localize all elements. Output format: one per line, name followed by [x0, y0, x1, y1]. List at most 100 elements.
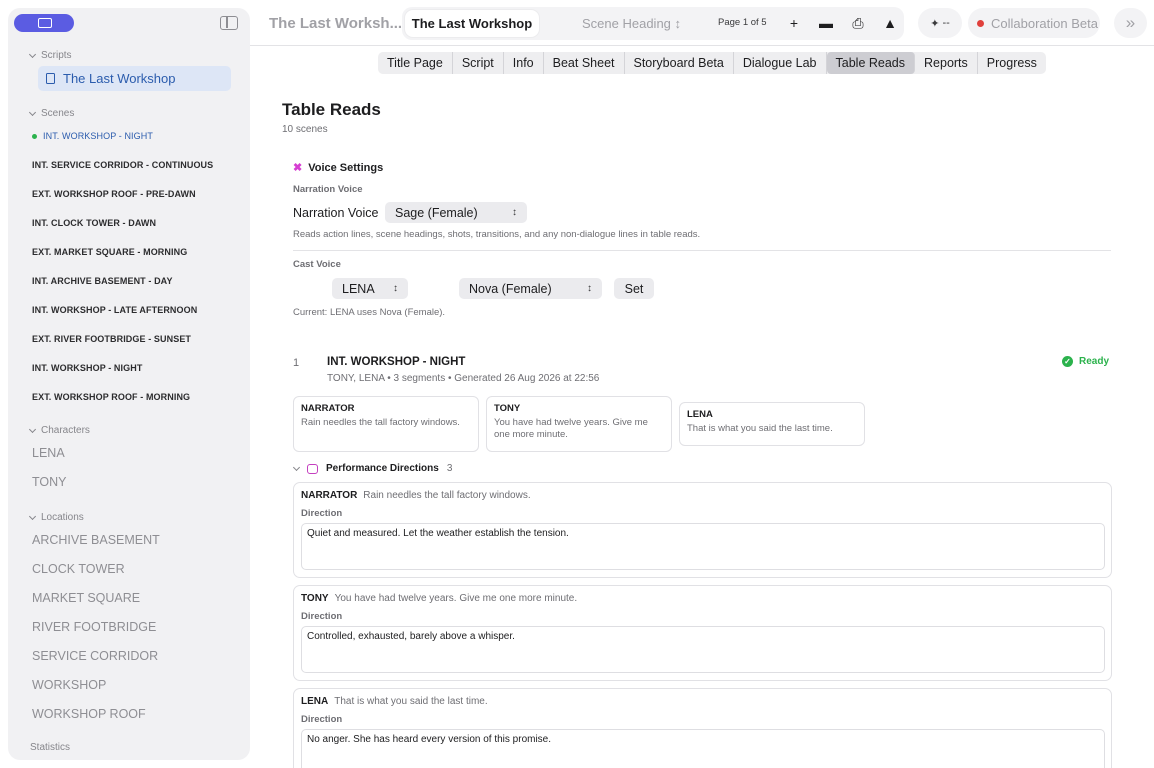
segment-card[interactable]: TONY You have had twelve years. Give me … — [486, 396, 672, 452]
print-icon[interactable]: ⎙ — [847, 13, 869, 33]
scene-item[interactable]: INT. CLOCK TOWER - DAWN — [32, 218, 156, 228]
direction-field[interactable]: Quiet and measured. Let the weather esta… — [301, 523, 1105, 570]
scene-item[interactable]: INT. WORKSHOP - LATE AFTERNOON — [32, 305, 197, 315]
direction-line: You have had twelve years. Give me one m… — [334, 593, 578, 604]
waveform-icon: ✖ — [293, 162, 303, 174]
document-icon — [46, 73, 55, 84]
document-tab[interactable]: The Last Workshop — [405, 10, 539, 37]
direction-line: That is what you said the last time. — [334, 696, 488, 707]
direction-label: Direction — [301, 714, 343, 725]
scene-item[interactable]: EXT. WORKSHOP ROOF - PRE-DAWN — [32, 189, 196, 199]
segment-speaker: NARRATOR — [301, 403, 355, 414]
scene-title: INT. WORKSHOP - NIGHT — [327, 356, 466, 368]
cast-voice-label: Cast Voice — [293, 259, 341, 270]
chevron-down-icon — [28, 50, 37, 58]
characters-header[interactable]: Characters — [28, 425, 90, 436]
scene-item[interactable]: INT. WORKSHOP - NIGHT — [32, 363, 142, 373]
tab-table-reads[interactable]: Table Reads — [826, 52, 916, 74]
sync-icon[interactable]: ▬ — [815, 13, 837, 33]
narration-hint: Reads action lines, scene headings, shot… — [293, 229, 701, 240]
divider — [293, 250, 1111, 251]
set-voice-button[interactable]: Set — [614, 278, 654, 299]
scene-item[interactable]: INT. ARCHIVE BASEMENT - DAY — [32, 276, 173, 286]
page-indicator: Page 1 of 5 — [718, 17, 767, 28]
location-item[interactable]: RIVER FOOTBRIDGE — [32, 620, 156, 634]
chevron-updown-icon: ↕ — [512, 207, 517, 218]
script-item[interactable]: The Last Workshop — [38, 66, 231, 91]
narration-voice-label: Narration Voice — [293, 184, 363, 195]
document-title: The Last Worksh... — [269, 15, 403, 32]
tab-script[interactable]: Script — [453, 52, 504, 74]
sidebar-mode-button[interactable] — [14, 14, 74, 32]
status-badge: ✓ Ready — [1062, 356, 1109, 367]
page-title: Table Reads — [282, 100, 381, 119]
ai-assistant-button[interactable]: ✦ -- — [918, 8, 962, 38]
view-tabs: Title Page Script Info Beat Sheet Storyb… — [378, 52, 1046, 74]
segment-text: You have had twelve years. Give me one m… — [494, 417, 648, 440]
tab-storyboard[interactable]: Storyboard Beta — [625, 52, 734, 74]
checkmark-icon: ✓ — [1062, 356, 1073, 367]
scene-item[interactable]: INT. WORKSHOP - NIGHT — [32, 131, 153, 141]
scenes-header[interactable]: Scenes — [28, 108, 74, 119]
tab-progress[interactable]: Progress — [978, 52, 1046, 74]
active-dot-icon — [32, 133, 37, 139]
location-item[interactable]: CLOCK TOWER — [32, 562, 125, 576]
segment-text: That is what you said the last time. — [687, 423, 833, 434]
scripts-header[interactable]: Scripts — [28, 50, 72, 61]
direction-speaker: LENA — [301, 696, 329, 707]
direction-block: TONY You have had twelve years. Give me o… — [293, 585, 1112, 681]
sidebar: Scripts The Last Workshop Scenes INT. WO… — [8, 8, 250, 760]
direction-speaker: TONY — [301, 593, 329, 604]
character-item[interactable]: TONY — [32, 475, 67, 489]
direction-speaker: NARRATOR — [301, 490, 358, 501]
share-icon[interactable]: ▲ — [879, 13, 901, 33]
tab-beat-sheet[interactable]: Beat Sheet — [544, 52, 625, 74]
cast-character-select[interactable]: LENA ↕ — [332, 278, 408, 299]
forward-chevrons-icon[interactable]: » — [1114, 8, 1147, 38]
segment-card[interactable]: NARRATOR Rain needles the tall factory w… — [293, 396, 479, 452]
collaboration-button[interactable]: Collaboration Beta — [968, 8, 1100, 38]
location-item[interactable]: WORKSHOP — [32, 678, 106, 692]
chevron-updown-icon: ↕ — [393, 283, 398, 294]
location-item[interactable]: WORKSHOP ROOF — [32, 707, 146, 721]
scene-heading-select[interactable]: Scene Heading ↕ — [582, 16, 681, 31]
cast-voice-select[interactable]: Nova (Female) ↕ — [459, 278, 602, 299]
chevron-down-icon — [292, 463, 301, 471]
tab-title-page[interactable]: Title Page — [378, 52, 453, 74]
narration-field-label: Narration Voice — [293, 206, 379, 220]
chevron-down-icon — [28, 512, 37, 520]
segment-speaker: LENA — [687, 409, 713, 420]
segment-speaker: TONY — [494, 403, 521, 414]
scene-item[interactable]: INT. SERVICE CORRIDOR - CONTINUOUS — [32, 160, 213, 170]
add-icon[interactable]: + — [783, 13, 805, 33]
chevron-down-icon — [28, 108, 37, 116]
scene-item[interactable]: EXT. WORKSHOP ROOF - MORNING — [32, 392, 190, 402]
statistics-header[interactable]: Statistics — [30, 742, 70, 753]
tab-info[interactable]: Info — [504, 52, 544, 74]
sidebar-icon — [38, 18, 52, 28]
segment-text: Rain needles the tall factory windows. — [301, 417, 460, 428]
segment-card[interactable]: LENA That is what you said the last time… — [679, 402, 865, 446]
speech-bubble-icon — [307, 463, 318, 474]
tab-reports[interactable]: Reports — [915, 52, 978, 74]
location-item[interactable]: ARCHIVE BASEMENT — [32, 533, 160, 547]
narration-voice-select[interactable]: Sage (Female) ↕ — [385, 202, 527, 223]
sparkle-icon: ✦ — [930, 17, 940, 30]
direction-label: Direction — [301, 611, 343, 622]
tab-dialogue-lab[interactable]: Dialogue Lab — [734, 52, 827, 74]
chevron-updown-icon: ↕ — [674, 16, 682, 31]
performance-directions-toggle[interactable]: Performance Directions 3 — [292, 463, 452, 474]
chevron-updown-icon: ↕ — [587, 283, 592, 294]
toggle-sidebar-icon[interactable] — [220, 16, 238, 30]
scene-item[interactable]: EXT. RIVER FOOTBRIDGE - SUNSET — [32, 334, 191, 344]
character-item[interactable]: LENA — [32, 446, 65, 460]
scene-item[interactable]: EXT. MARKET SQUARE - MORNING — [32, 247, 187, 257]
status-dot-icon — [977, 19, 984, 27]
direction-field[interactable]: Controlled, exhausted, barely above a wh… — [301, 626, 1105, 673]
direction-label: Direction — [301, 508, 343, 519]
location-item[interactable]: SERVICE CORRIDOR — [32, 649, 158, 663]
locations-header[interactable]: Locations — [28, 512, 84, 523]
chevron-down-icon — [28, 425, 37, 433]
direction-field[interactable]: No anger. She has heard every version of… — [301, 729, 1105, 768]
location-item[interactable]: MARKET SQUARE — [32, 591, 140, 605]
